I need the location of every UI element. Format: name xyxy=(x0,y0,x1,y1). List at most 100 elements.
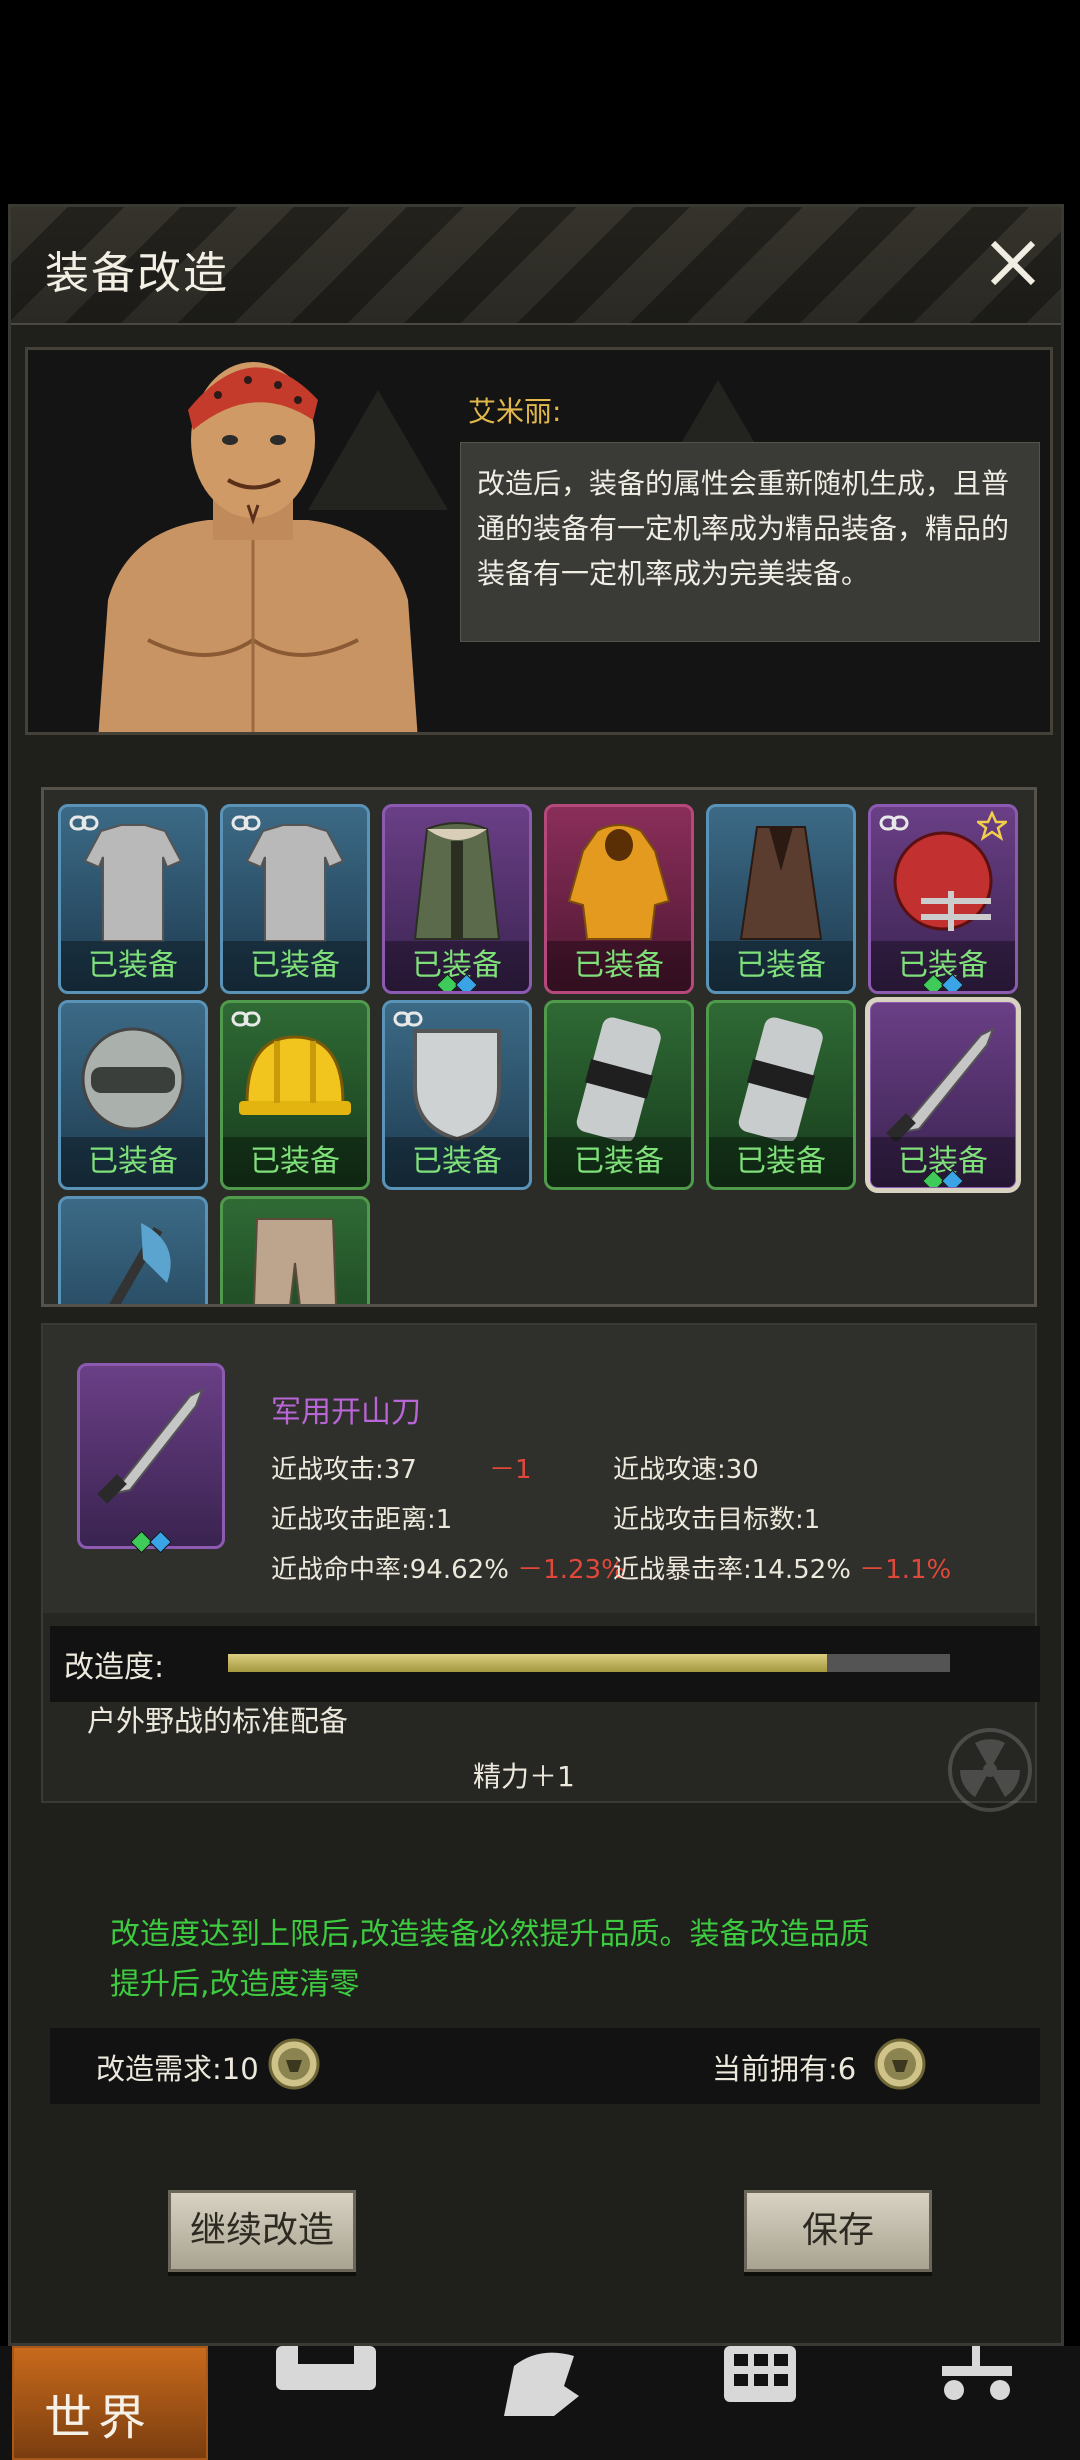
stat-label: 近战攻击距离: xyxy=(271,1505,436,1535)
selected-item-slot xyxy=(77,1363,225,1554)
nav-world-label: 世界 xyxy=(44,2390,153,2446)
stat-melee-targets: 近战攻击目标数:1 xyxy=(613,1499,820,1536)
equipment-slot[interactable]: 已装备 xyxy=(544,804,694,994)
stat-label: 近战攻击: xyxy=(271,1455,384,1485)
coat-icon xyxy=(413,822,501,940)
vehicle-icon[interactable] xyxy=(932,2346,1022,2416)
stat-melee-hit-rate: 近战命中率:94.62% －1.23% xyxy=(271,1549,626,1586)
equipment-slot[interactable]: 已装备 xyxy=(382,1000,532,1190)
requirement-need: 改造需求:10 xyxy=(96,2052,259,2086)
progress-hint: 改造度达到上限后,改造装备必然提升品质。装备改造品质提升后,改造度清零 xyxy=(110,1917,870,2002)
equipped-label: 已装备 xyxy=(547,941,691,991)
stat-value: 1 xyxy=(435,1505,453,1535)
hoodie-icon xyxy=(567,824,671,940)
save-button[interactable]: 保存 xyxy=(744,2190,932,2272)
blue-gem-icon xyxy=(149,1530,172,1554)
equipment-slot[interactable]: 已装备 xyxy=(382,804,532,994)
machete-icon xyxy=(97,1387,204,1504)
stat-value: 94.62% xyxy=(409,1555,509,1585)
stat-label: 近战暴击率: xyxy=(613,1555,752,1585)
npc-speech-bubble: 改造后，装备的属性会重新随机生成，且普通的装备有一定机率成为精品装备，精品的装备… xyxy=(460,442,1040,642)
item-name: 军用开山刀 xyxy=(271,1395,421,1430)
npc-portrait-avatar xyxy=(98,362,418,732)
blue-gem-icon xyxy=(941,973,964,991)
equipment-slot[interactable]: 已装备 xyxy=(865,997,1021,1193)
stat-melee-range: 近战攻击距离:1 xyxy=(271,1499,452,1536)
building-icon[interactable] xyxy=(720,2346,800,2416)
equipment-slot[interactable]: 已装备 xyxy=(706,1000,856,1190)
link-icon xyxy=(69,815,99,831)
shirt-icon xyxy=(83,824,183,942)
equipped-label: 已装备 xyxy=(385,1137,529,1187)
axe-icon xyxy=(98,1223,171,1304)
backpack-icon[interactable] xyxy=(268,2346,384,2416)
equipment-slot[interactable]: 已装备 xyxy=(544,1000,694,1190)
equipment-slot[interactable]: 已装备 xyxy=(58,804,208,994)
equipment-slot[interactable]: 已装备 xyxy=(706,804,856,994)
equipped-label: 已装备 xyxy=(61,1137,205,1187)
stat-label: 近战攻击目标数: xyxy=(613,1505,804,1535)
npc-name: 艾米丽: xyxy=(468,395,562,428)
equipment-grid: 已装备 已装备 已装备 已装备 已装备 已装备 已装备 已装备 已装备 已装备 已装备 已装备 xyxy=(41,787,1037,1307)
stat-value: 1 xyxy=(803,1505,821,1535)
pants-icon xyxy=(253,1218,337,1304)
equipped-label: 已装备 xyxy=(547,1137,691,1187)
npc-panel: 艾米丽: 改造后，装备的属性会重新随机生成，且普通的装备有一定机率成为精品装备，… xyxy=(25,347,1053,735)
equipped-label: 已装备 xyxy=(61,941,205,991)
gem-sockets xyxy=(922,973,964,991)
link-icon xyxy=(393,1011,423,1027)
equipment-slot[interactable]: 已装备 xyxy=(868,804,1018,994)
link-icon xyxy=(231,815,261,831)
bottle-cap-icon xyxy=(268,2038,320,2090)
equipped-label: 已装备 xyxy=(709,941,853,991)
arm-guard-icon xyxy=(738,1017,823,1141)
equipment-slot[interactable]: 已装备 xyxy=(220,804,370,994)
blue-gem-icon xyxy=(941,1169,964,1187)
equipment-slot[interactable] xyxy=(58,1196,208,1304)
star-icon xyxy=(977,811,1007,841)
dialog-header: 装备改造 xyxy=(11,207,1061,325)
progress-fill xyxy=(228,1654,828,1672)
item-bonus: 精力＋1 xyxy=(473,1760,575,1793)
stat-delta: －1.23% xyxy=(517,1555,626,1585)
equipped-label: 已装备 xyxy=(223,1137,367,1187)
equipment-modify-dialog: 装备改造 艾米丽: 改造后，装备的属性会重新随机生成，且普通的装备有一定机率成为… xyxy=(8,204,1064,2346)
shield-icon xyxy=(413,1029,501,1141)
stat-melee-attack: 近战攻击:37 xyxy=(271,1449,417,1486)
equipped-label: 已装备 xyxy=(709,1137,853,1187)
radiation-icon xyxy=(948,1728,1032,1812)
trench-coat-icon xyxy=(739,826,823,940)
character-icon[interactable] xyxy=(494,2346,584,2416)
stat-delta: －1.1% xyxy=(859,1555,952,1585)
gem-sockets xyxy=(130,1530,172,1554)
equipment-slot[interactable]: 已装备 xyxy=(58,1000,208,1190)
stat-melee-crit-rate: 近战暴击率:14.52% －1.1% xyxy=(613,1549,951,1586)
stat-label: 近战命中率: xyxy=(271,1555,410,1585)
stat-value: 37 xyxy=(383,1455,417,1485)
link-icon xyxy=(879,815,909,831)
stat-melee-speed: 近战攻速:30 xyxy=(613,1449,759,1486)
item-detail-panel: 军用开山刀 近战攻击:37 －1 近战攻速:30 近战攻击距离:1 近战攻击目标… xyxy=(41,1323,1037,1812)
stat-melee-attack-delta: －1 xyxy=(489,1455,532,1485)
stat-value: 30 xyxy=(725,1455,759,1485)
blue-gem-icon xyxy=(455,973,478,991)
equipment-slot[interactable]: 已装备 xyxy=(220,1000,370,1190)
gem-sockets xyxy=(922,1169,964,1187)
stat-label: 近战攻速: xyxy=(613,1455,726,1485)
hard-hat-icon xyxy=(239,1035,351,1115)
motorcycle-helmet-icon xyxy=(81,1027,185,1131)
gem-sockets xyxy=(436,973,478,991)
continue-modify-button[interactable]: 继续改造 xyxy=(168,2190,356,2272)
progress-label: 改造度: xyxy=(64,1650,165,1685)
equipped-label: 已装备 xyxy=(223,941,367,991)
close-icon[interactable] xyxy=(979,229,1047,297)
shirt-icon xyxy=(245,824,345,942)
stat-value: 14.52% xyxy=(751,1555,851,1585)
bottle-cap-icon xyxy=(874,2038,926,2090)
link-icon xyxy=(231,1011,261,1027)
requirement-have: 当前拥有:6 xyxy=(712,2052,857,2086)
modification-progress-bar xyxy=(228,1654,950,1672)
equipment-slot[interactable] xyxy=(220,1196,370,1304)
arm-guard-icon xyxy=(576,1017,661,1141)
machete-icon xyxy=(886,1026,995,1141)
